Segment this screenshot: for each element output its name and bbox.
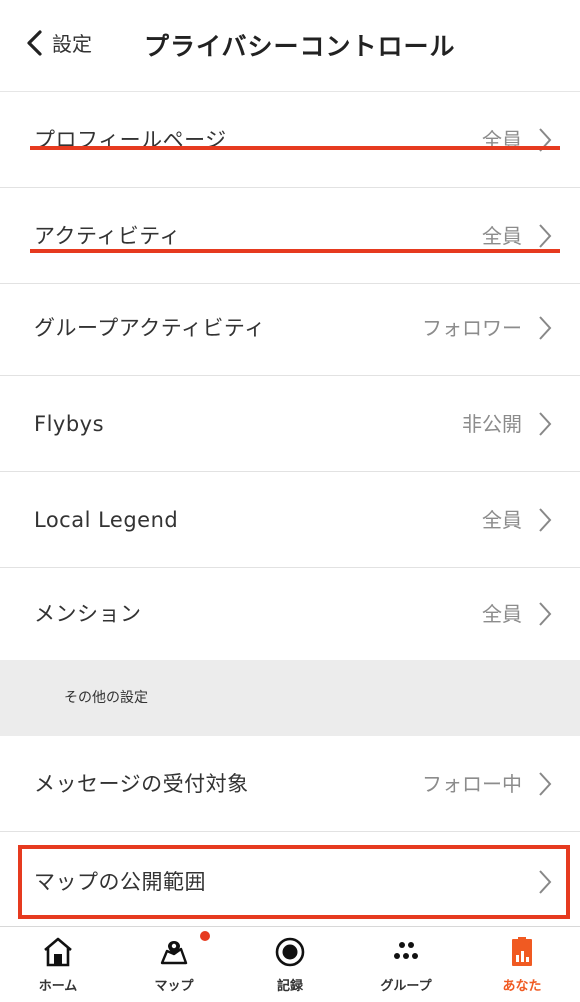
row-mentions[interactable]: メンション 全員: [0, 566, 580, 662]
tab-label: ホーム: [38, 979, 78, 994]
row-label: メッセージの受付対象: [34, 772, 249, 796]
row-value: 全員: [482, 508, 522, 532]
row-message-recipients[interactable]: メッセージの受付対象 フォロー中: [0, 736, 580, 832]
row-label: Flybys: [34, 412, 105, 436]
notification-dot: [200, 931, 210, 941]
row-value: 全員: [482, 128, 522, 152]
tab-label: あなた: [502, 979, 542, 994]
row-label: メンション: [34, 602, 142, 626]
highlight-box: [18, 845, 570, 919]
section-header-other-settings: その他の設定: [0, 660, 580, 736]
row-value: フォロー中: [422, 772, 522, 796]
chevron-right-icon: [539, 224, 552, 248]
highlight-underline: [30, 146, 560, 150]
tab-home[interactable]: ホーム: [0, 927, 116, 1002]
bottom-tab-bar: ホーム マップ 記録 グループ あなた: [0, 926, 580, 1002]
highlight-underline: [30, 249, 560, 253]
tab-groups[interactable]: グループ: [348, 927, 464, 1002]
chevron-right-icon: [539, 772, 552, 796]
nav-header: 設定 プライバシーコントロール: [0, 0, 580, 92]
back-button[interactable]: 設定: [24, 28, 92, 57]
tab-label: マップ: [154, 979, 194, 994]
groups-icon: [394, 942, 418, 959]
tab-record[interactable]: 記録: [232, 927, 348, 1002]
row-activity[interactable]: アクティビティ 全員: [0, 188, 580, 284]
row-label: Local Legend: [34, 508, 179, 532]
home-icon: [44, 937, 72, 967]
tab-maps[interactable]: マップ: [116, 927, 232, 1002]
record-icon: [275, 937, 305, 967]
row-label: プロフィールページ: [34, 128, 227, 152]
chevron-right-icon: [539, 316, 552, 340]
row-value: 全員: [482, 224, 522, 248]
chevron-left-icon: [27, 29, 42, 56]
you-icon: [512, 937, 532, 966]
row-value: 全員: [482, 602, 522, 626]
row-label: アクティビティ: [34, 224, 181, 248]
back-label: 設定: [52, 32, 92, 56]
chevron-right-icon: [539, 412, 552, 436]
chevron-right-icon: [539, 602, 552, 626]
row-group-activity[interactable]: グループアクティビティ フォロワー: [0, 280, 580, 376]
row-value: フォロワー: [422, 316, 522, 340]
row-label: グループアクティビティ: [34, 316, 266, 340]
page-title: プライバシーコントロール: [144, 32, 456, 61]
row-local-legend[interactable]: Local Legend 全員: [0, 472, 580, 568]
row-value: 非公開: [462, 412, 522, 436]
tab-label: 記録: [276, 979, 303, 994]
tab-label: グループ: [380, 979, 432, 994]
row-flybys[interactable]: Flybys 非公開: [0, 376, 580, 472]
section-title: その他の設定: [64, 690, 148, 706]
tab-you[interactable]: あなた: [464, 927, 580, 1002]
row-profile-page[interactable]: プロフィールページ 全員: [0, 92, 580, 188]
chevron-right-icon: [539, 508, 552, 532]
map-icon: [160, 941, 188, 965]
